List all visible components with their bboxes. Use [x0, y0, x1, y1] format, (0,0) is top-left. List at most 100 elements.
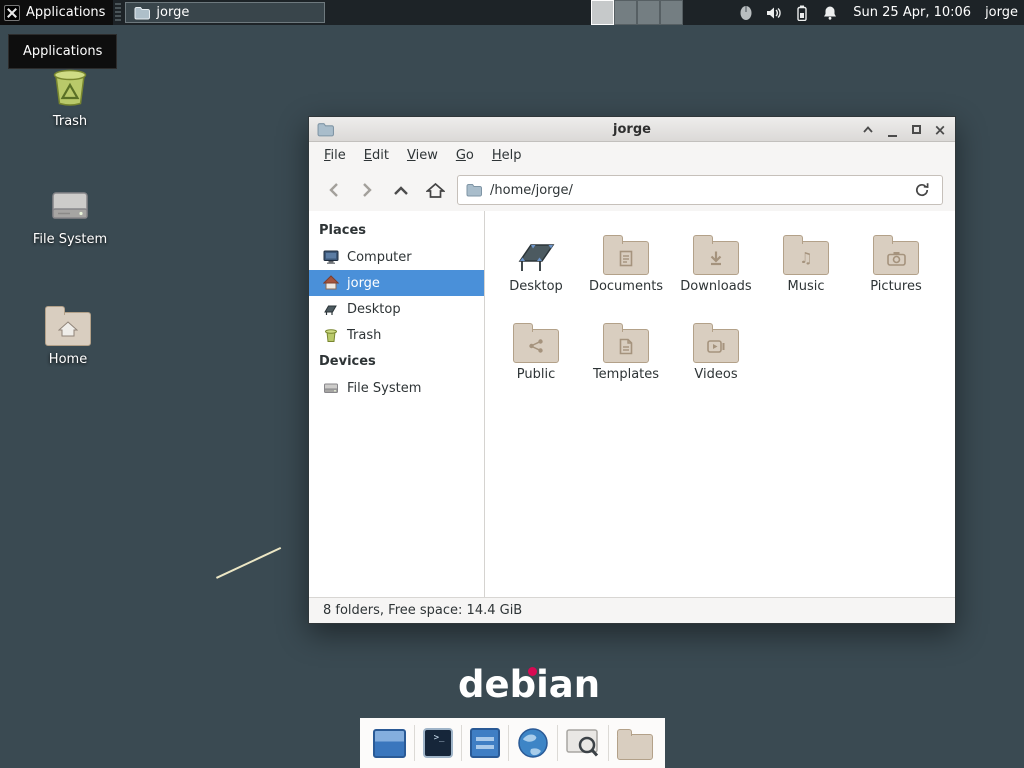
workspace-settings-icon[interactable]	[470, 728, 500, 758]
sidebar-item-label: jorge	[347, 276, 380, 291]
drive-icon	[15, 178, 125, 226]
public-folder-icon	[491, 309, 581, 363]
minimize-button[interactable]	[885, 123, 899, 137]
display-settings-icon[interactable]	[373, 729, 406, 758]
sidebar-item-label: File System	[347, 381, 421, 396]
location-path: /home/jorge/	[490, 183, 902, 198]
workspace-4[interactable]	[660, 0, 683, 25]
folder-item-label: Public	[491, 367, 581, 382]
taskbar-window-button[interactable]: jorge	[125, 2, 325, 23]
panel-right-cluster: Sun 25 Apr, 10:06 jorge	[591, 0, 1024, 25]
folder-item-label: Music	[761, 279, 851, 294]
folder-item-documents[interactable]: Documents	[581, 221, 671, 309]
file-manager-window: jorge × File Edit View Go Help	[308, 116, 956, 624]
menu-file[interactable]: File	[315, 144, 355, 167]
sidebar-item-jorge[interactable]: jorge	[309, 270, 484, 296]
taskbar-window-label: jorge	[156, 5, 189, 20]
input-device-icon[interactable]	[737, 4, 755, 22]
folder-item-downloads[interactable]: Downloads	[671, 221, 761, 309]
volume-icon[interactable]	[765, 4, 783, 22]
session-user-label[interactable]: jorge	[985, 5, 1018, 20]
menu-go[interactable]: Go	[447, 144, 483, 167]
menubar: File Edit View Go Help	[309, 142, 955, 169]
location-bar[interactable]: /home/jorge/	[457, 175, 943, 205]
computer-icon	[323, 249, 339, 265]
back-button[interactable]	[321, 178, 345, 202]
sidebar-item-file-system[interactable]: File System	[309, 375, 484, 401]
sidebar-item-label: Trash	[347, 328, 381, 343]
folder-item-desktop[interactable]: Desktop	[491, 221, 581, 309]
titlebar[interactable]: jorge ×	[309, 117, 955, 142]
folder-item-videos[interactable]: Videos	[671, 309, 761, 397]
sidebar-devices-header: Devices	[309, 348, 484, 375]
folder-item-label: Templates	[581, 367, 671, 382]
folder-item-public[interactable]: Public	[491, 309, 581, 397]
location-folder-icon	[466, 183, 482, 197]
desktop-icon-trash[interactable]: Trash	[15, 60, 125, 129]
home-button[interactable]	[423, 178, 447, 202]
dock: >_	[360, 718, 665, 768]
applications-menu-button[interactable]: Applications	[0, 0, 113, 25]
desktop-icon-label: File System	[15, 232, 125, 247]
downloads-folder-icon	[671, 221, 761, 275]
sidebar-item-label: Desktop	[347, 302, 401, 317]
close-button[interactable]: ×	[933, 123, 947, 137]
window-content: Places Computer jorge	[309, 211, 955, 597]
folder-view: Desktop Documents Downloads ♫	[485, 211, 955, 597]
sidebar-item-label: Computer	[347, 250, 412, 265]
dock-separator	[557, 725, 558, 761]
desktop-icon-label: Home	[13, 352, 123, 367]
terminal-icon[interactable]: >_	[423, 728, 453, 758]
pictures-folder-icon	[851, 221, 941, 275]
dock-separator	[508, 725, 509, 761]
toolbar: /home/jorge/	[309, 169, 955, 211]
sidebar: Places Computer jorge	[309, 211, 485, 597]
debian-swirl-dot	[528, 667, 537, 676]
documents-folder-icon	[581, 221, 671, 275]
workspace-3[interactable]	[637, 0, 660, 25]
home-icon	[323, 275, 339, 291]
desktop-icon-file-system[interactable]: File System	[15, 178, 125, 247]
reload-button[interactable]	[910, 178, 934, 202]
music-note-glyph: ♫	[799, 251, 812, 266]
clock[interactable]: Sun 25 Apr, 10:06	[853, 5, 971, 20]
maximize-button[interactable]	[909, 123, 923, 137]
menu-edit[interactable]: Edit	[355, 144, 398, 167]
desktop-desk-icon	[491, 221, 581, 275]
sidebar-item-computer[interactable]: Computer	[309, 244, 484, 270]
applications-tooltip-text: Applications	[23, 44, 102, 59]
dock-separator	[608, 725, 609, 761]
applications-menu-icon	[4, 5, 20, 21]
workspace-1[interactable]	[591, 0, 614, 25]
cursor-trail-artifact	[216, 547, 281, 579]
desktop-icon-label: Trash	[15, 114, 125, 129]
sidebar-places-header: Places	[309, 217, 484, 244]
folder-item-pictures[interactable]: Pictures	[851, 221, 941, 309]
folder-item-label: Pictures	[851, 279, 941, 294]
folder-item-music[interactable]: ♫ Music	[761, 221, 851, 309]
forward-button[interactable]	[355, 178, 379, 202]
power-icon[interactable]	[793, 4, 811, 22]
desktop-icon-home[interactable]: Home	[13, 298, 123, 367]
notification-bell-icon[interactable]	[821, 4, 839, 22]
menu-help[interactable]: Help	[483, 144, 531, 167]
applications-tooltip: Applications	[8, 34, 117, 69]
sidebar-item-trash[interactable]: Trash	[309, 322, 484, 348]
shade-button[interactable]	[861, 123, 875, 137]
screenshot-search-icon[interactable]	[566, 728, 600, 758]
workspace-2[interactable]	[614, 0, 637, 25]
menu-view[interactable]: View	[398, 144, 447, 167]
folder-item-label: Downloads	[671, 279, 761, 294]
trash-small-icon	[323, 327, 339, 343]
applications-menu-label: Applications	[26, 5, 105, 20]
taskbar-folder-icon	[134, 6, 150, 20]
sidebar-item-desktop[interactable]: Desktop	[309, 296, 484, 322]
workspace-pager[interactable]	[591, 0, 683, 25]
dock-separator	[461, 725, 462, 761]
home-folder-icon	[13, 298, 123, 346]
up-button[interactable]	[389, 178, 413, 202]
folder-item-label: Documents	[581, 279, 671, 294]
file-manager-icon[interactable]	[617, 726, 653, 760]
web-browser-icon[interactable]	[517, 727, 549, 759]
folder-item-templates[interactable]: Templates	[581, 309, 671, 397]
